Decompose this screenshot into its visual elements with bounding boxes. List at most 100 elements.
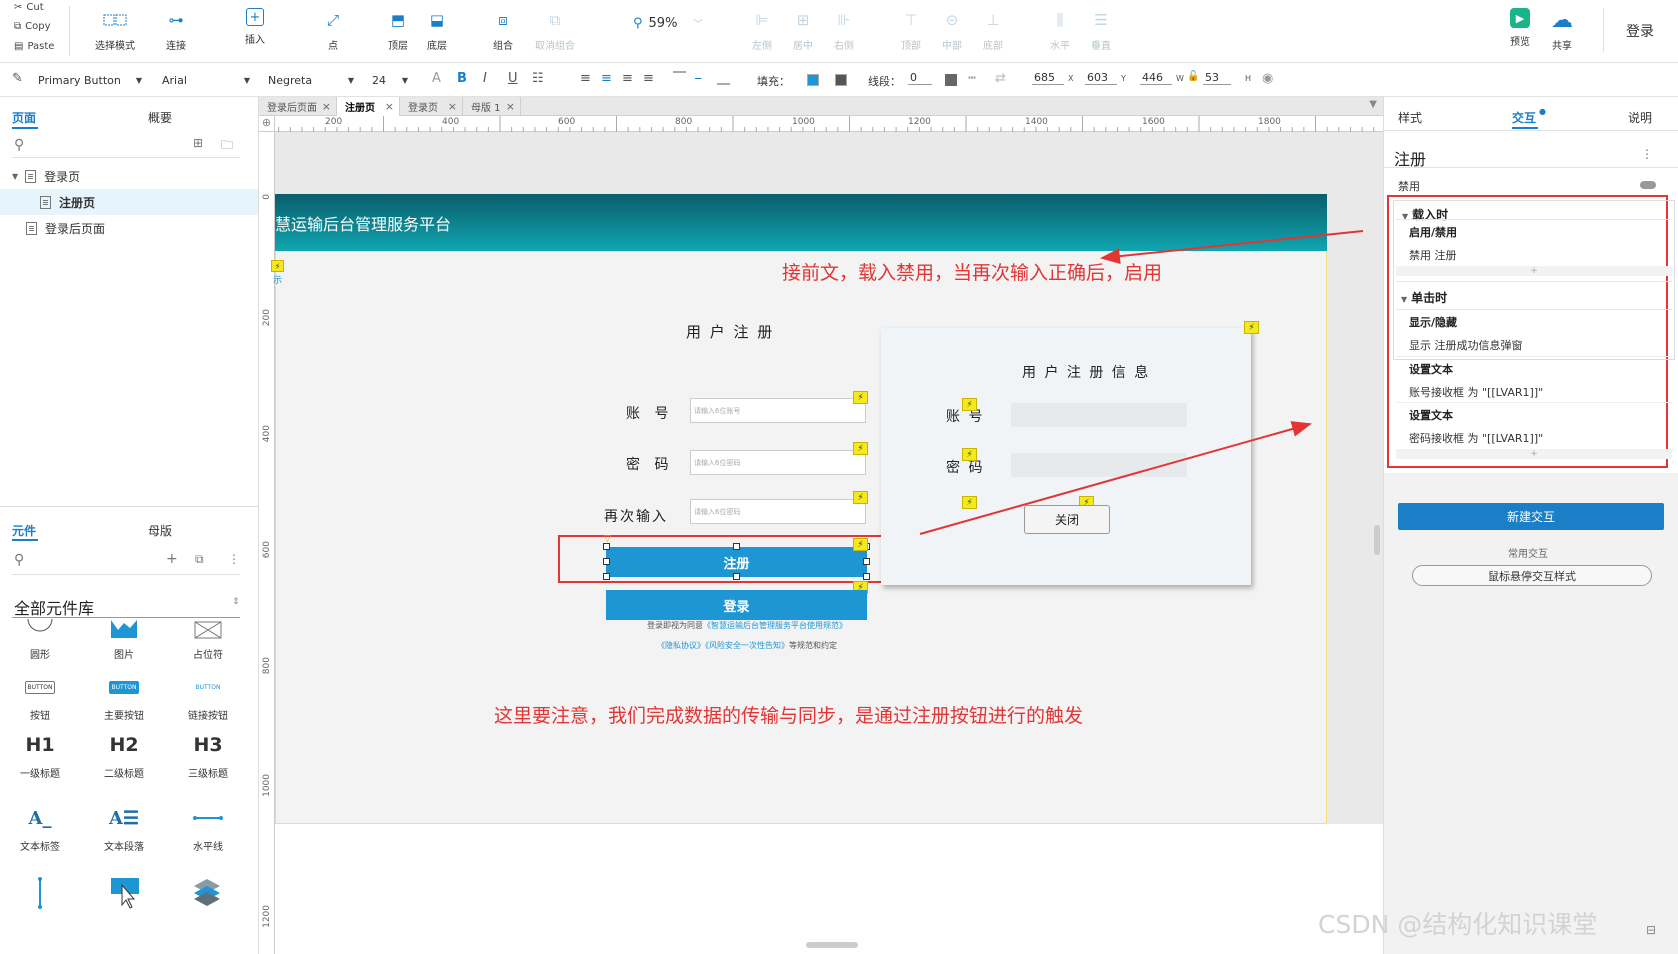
interaction-bolt-icon[interactable]: ⚡ bbox=[853, 491, 868, 504]
tab-doc-login[interactable]: 登录页 × bbox=[400, 97, 463, 116]
align-bottom-button[interactable]: ⊥ 底部 bbox=[966, 8, 1020, 52]
search-icon[interactable]: ⚲ bbox=[14, 137, 24, 153]
tab-style[interactable]: 样式 bbox=[1398, 109, 1422, 126]
selection-handle[interactable] bbox=[733, 573, 740, 580]
repeat-password-input[interactable]: 请输入6位密码 bbox=[690, 499, 866, 524]
interaction-bolt-icon[interactable]: ⚡ bbox=[1244, 321, 1259, 334]
widget-horizontal-line[interactable]: 水平线 bbox=[165, 803, 251, 853]
align-right-button[interactable]: ⊪ 右侧 bbox=[817, 8, 871, 52]
widget-h2[interactable]: H2 二级标题 bbox=[81, 730, 167, 780]
connect-button[interactable]: ⊶ 连接 bbox=[149, 8, 203, 52]
width-input[interactable]: 446 bbox=[1140, 71, 1172, 85]
tab-interactions[interactable]: 交互 bbox=[1512, 109, 1536, 126]
selection-handle[interactable] bbox=[733, 543, 740, 550]
tab-outline[interactable]: 概要 bbox=[148, 109, 172, 126]
action-set-text-password[interactable]: 设置文本 密码接收框 为 "[[LVAR1]]" bbox=[1409, 407, 1664, 446]
font-weight-select[interactable]: Negreta ▼ bbox=[264, 70, 358, 90]
widget-h3[interactable]: H3 三级标题 bbox=[165, 730, 251, 780]
visibility-eye-icon[interactable]: ◉ bbox=[1262, 71, 1273, 86]
style-select[interactable]: Primary Button ▼ bbox=[34, 70, 146, 90]
event-header-onclick[interactable]: ▼ 单击时 bbox=[1401, 289, 1447, 306]
underline-icon[interactable]: U bbox=[508, 71, 518, 86]
interaction-bolt-icon[interactable]: ⚡ bbox=[853, 391, 868, 404]
italic-icon[interactable]: I bbox=[483, 71, 487, 86]
terms-link[interactable]: 《智慧运输后台管理服务平台使用规范》 bbox=[703, 621, 847, 630]
tab-notes[interactable]: 说明 bbox=[1628, 109, 1652, 126]
panel-toggle-icon[interactable]: ⊟ bbox=[1646, 923, 1656, 937]
privacy-link[interactable]: 《隐私协议》《风险安全一次性告知》 bbox=[657, 641, 789, 650]
close-icon[interactable]: × bbox=[322, 100, 331, 113]
widget-paragraph[interactable]: A☰ 文本段落 bbox=[81, 803, 167, 854]
fill-color-swatch[interactable] bbox=[807, 74, 819, 86]
send-to-back-button[interactable]: ⬓ 底层 bbox=[410, 8, 464, 52]
font-color-icon[interactable]: A bbox=[432, 71, 441, 86]
account-receive-box[interactable] bbox=[1011, 403, 1187, 427]
share-button[interactable]: ☁ 共享 bbox=[1535, 8, 1589, 53]
widget-link-button[interactable]: BUTTON 链接按钮 bbox=[165, 672, 251, 723]
header-banner[interactable]: 慧运输后台管理服务平台 bbox=[275, 194, 1327, 251]
ungroup-button[interactable]: ⧉ 取消组合 bbox=[528, 8, 582, 52]
login-button[interactable]: 登录 bbox=[606, 590, 867, 620]
new-interaction-button[interactable]: 新建交互 bbox=[1398, 503, 1664, 530]
height-input[interactable]: 53 bbox=[1203, 71, 1231, 85]
page-item-login[interactable]: ▼ 登录页 bbox=[0, 163, 258, 189]
vertical-line-icon[interactable] bbox=[37, 877, 43, 912]
tab-doc-master[interactable]: 母版 1 × bbox=[463, 97, 521, 116]
library-title[interactable]: 全部元件库 bbox=[14, 595, 94, 619]
copy-button[interactable]: ⧉ Copy bbox=[14, 21, 51, 32]
group-button[interactable]: ⧈ 组合 bbox=[476, 8, 530, 52]
tab-masters[interactable]: 母版 bbox=[148, 522, 172, 539]
interaction-bolt-icon[interactable]: ⚡ bbox=[271, 260, 284, 272]
widget-text-label[interactable]: A_ 文本标签 bbox=[0, 803, 83, 854]
rotation-handle-icon[interactable]: ▽ bbox=[604, 534, 611, 544]
stroke-width-input[interactable]: 0 bbox=[908, 71, 932, 85]
close-icon[interactable]: × bbox=[385, 100, 394, 113]
select-mode-button[interactable]: 选择模式 bbox=[88, 8, 142, 52]
search-icon[interactable]: ⚲ bbox=[14, 552, 24, 568]
valign-bottom-icon[interactable]: ⎽ bbox=[717, 71, 730, 86]
selection-handle[interactable] bbox=[863, 573, 870, 580]
login-link[interactable]: 登录 bbox=[1626, 21, 1654, 41]
interaction-bolt-icon[interactable]: ⚡ bbox=[853, 442, 868, 455]
font-size-select[interactable]: 24 ▼ bbox=[368, 70, 412, 90]
widget-primary-button[interactable]: BUTTON 主要按钮 bbox=[81, 672, 167, 722]
widget-h1[interactable]: H1 一级标题 bbox=[0, 730, 83, 780]
font-family-select[interactable]: Arial ▼ bbox=[158, 70, 254, 90]
arrow-style-icon[interactable]: ⇄ bbox=[995, 71, 1006, 86]
x-input[interactable]: 685 bbox=[1032, 71, 1064, 85]
hover-style-button[interactable]: 鼠标悬停交互样式 bbox=[1412, 565, 1652, 586]
widget-image[interactable]: 图片 bbox=[81, 619, 167, 661]
paste-button[interactable]: ▤ Paste bbox=[14, 41, 54, 52]
interaction-bolt-icon[interactable]: ⚡ bbox=[853, 538, 868, 551]
tab-widgets[interactable]: 元件 bbox=[12, 522, 36, 539]
add-icon[interactable]: + bbox=[166, 551, 178, 567]
more-icon[interactable]: ⋮ bbox=[1641, 147, 1653, 161]
selection-handle[interactable] bbox=[603, 573, 610, 580]
page-item-register[interactable]: 注册页 bbox=[0, 189, 258, 215]
horizontal-scrollbar[interactable] bbox=[806, 942, 858, 948]
add-folder-icon[interactable]: 🗀 bbox=[221, 136, 233, 157]
bullet-list-icon[interactable]: ☷ bbox=[532, 71, 544, 86]
interaction-bolt-icon[interactable]: ⚡ bbox=[962, 496, 977, 509]
close-icon[interactable]: × bbox=[506, 100, 515, 113]
insert-button[interactable]: + 插入 bbox=[228, 8, 282, 46]
ruler-corner-icon[interactable]: ⊕ bbox=[259, 116, 275, 132]
action-set-text-account[interactable]: 设置文本 账号接收框 为 "[[LVAR1]]" bbox=[1409, 361, 1664, 400]
close-icon[interactable]: × bbox=[448, 100, 457, 113]
disabled-toggle[interactable] bbox=[1640, 181, 1656, 189]
selection-handle[interactable] bbox=[603, 543, 610, 550]
close-button[interactable]: 关闭 bbox=[1024, 505, 1110, 534]
add-page-icon[interactable]: ⊞ bbox=[193, 136, 203, 150]
dynamic-panel-icon[interactable] bbox=[192, 877, 222, 910]
action-enable-disable[interactable]: 启用/禁用 禁用 注册 bbox=[1409, 224, 1664, 263]
distribute-vertical-button[interactable]: ☰ 垂直 bbox=[1074, 8, 1128, 52]
text-align-left-icon[interactable]: ≡ bbox=[580, 71, 591, 86]
widget-placeholder[interactable]: 占位符 bbox=[165, 619, 251, 661]
interaction-bolt-icon[interactable]: ⚡ bbox=[962, 398, 977, 411]
widget-circle[interactable]: 圆形 bbox=[0, 619, 83, 661]
widget-button[interactable]: BUTTON 按钮 bbox=[0, 672, 83, 722]
valign-top-icon[interactable]: ⎺ bbox=[673, 71, 686, 86]
interaction-bolt-icon[interactable]: ⚡ bbox=[962, 448, 977, 461]
tab-doc-after-login[interactable]: 登录后页面 × bbox=[259, 97, 337, 116]
point-button[interactable]: ⤢ 点 bbox=[306, 8, 360, 52]
